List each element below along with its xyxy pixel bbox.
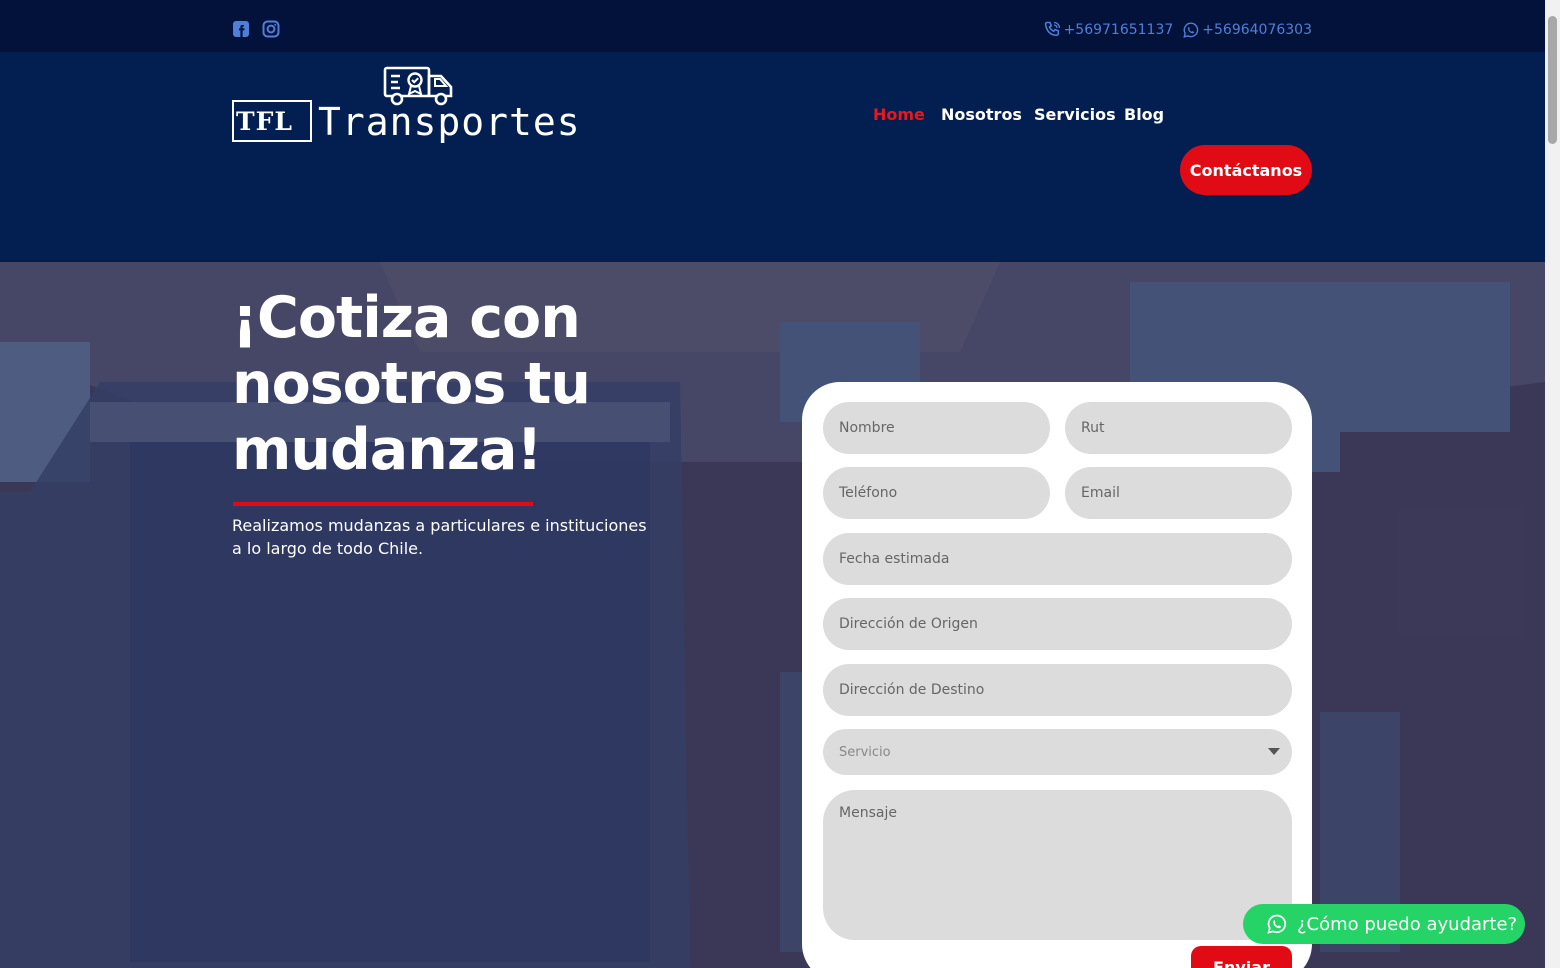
whatsapp-chat-label: ¿Cómo puedo ayudarte? bbox=[1297, 913, 1518, 935]
quote-form: Nombre Rut Teléfono Email Fecha estimada… bbox=[802, 382, 1312, 968]
top-bar: +56971651137 +56964076303 bbox=[0, 0, 1545, 52]
nav-servicios[interactable]: Servicios bbox=[1034, 105, 1116, 124]
phone-number: +56971651137 bbox=[1063, 21, 1174, 38]
logo-wordmark: Transportes bbox=[318, 100, 581, 144]
submit-button[interactable]: Enviar bbox=[1191, 946, 1292, 968]
nav-home[interactable]: Home bbox=[873, 105, 925, 124]
whatsapp-link[interactable]: +56964076303 bbox=[1183, 21, 1312, 38]
facebook-icon[interactable] bbox=[232, 20, 250, 38]
whatsapp-icon bbox=[1267, 914, 1287, 934]
site-logo[interactable]: TFL Transportes bbox=[232, 66, 580, 146]
origen-input[interactable]: Dirección de Origen bbox=[823, 598, 1292, 650]
chevron-down-icon bbox=[1268, 748, 1280, 755]
phone-icon bbox=[1044, 21, 1060, 37]
contact-button[interactable]: Contáctanos bbox=[1180, 145, 1312, 195]
mensaje-textarea[interactable]: Mensaje bbox=[823, 790, 1292, 940]
social-links bbox=[232, 20, 280, 38]
servicio-select[interactable]: Servicio bbox=[823, 729, 1292, 775]
instagram-icon[interactable] bbox=[262, 20, 280, 38]
telefono-input[interactable]: Teléfono bbox=[823, 467, 1050, 519]
title-underline bbox=[233, 502, 533, 506]
hero-title: ¡Cotiza con nosotros tu mudanza! bbox=[232, 285, 591, 483]
whatsapp-icon bbox=[1183, 21, 1199, 38]
scrollbar[interactable] bbox=[1545, 0, 1560, 968]
nav-nosotros[interactable]: Nosotros bbox=[941, 105, 1022, 124]
nav-blog[interactable]: Blog bbox=[1124, 105, 1164, 124]
nombre-input[interactable]: Nombre bbox=[823, 402, 1050, 454]
logo-mark: TFL bbox=[236, 107, 293, 136]
hero-subtitle: Realizamos mudanzas a particulares e ins… bbox=[232, 516, 647, 558]
servicio-select-value: Servicio bbox=[839, 744, 891, 760]
contact-phones: +56971651137 +56964076303 bbox=[1044, 21, 1312, 38]
phone-link[interactable]: +56971651137 bbox=[1044, 21, 1174, 38]
email-input[interactable]: Email bbox=[1065, 467, 1292, 519]
rut-input[interactable]: Rut bbox=[1065, 402, 1292, 454]
scrollbar-thumb[interactable] bbox=[1548, 16, 1557, 144]
destino-input[interactable]: Dirección de Destino bbox=[823, 664, 1292, 716]
whatsapp-number: +56964076303 bbox=[1202, 21, 1312, 38]
fecha-input[interactable]: Fecha estimada bbox=[823, 533, 1292, 585]
whatsapp-chat-button[interactable]: ¿Cómo puedo ayudarte? bbox=[1243, 904, 1525, 944]
